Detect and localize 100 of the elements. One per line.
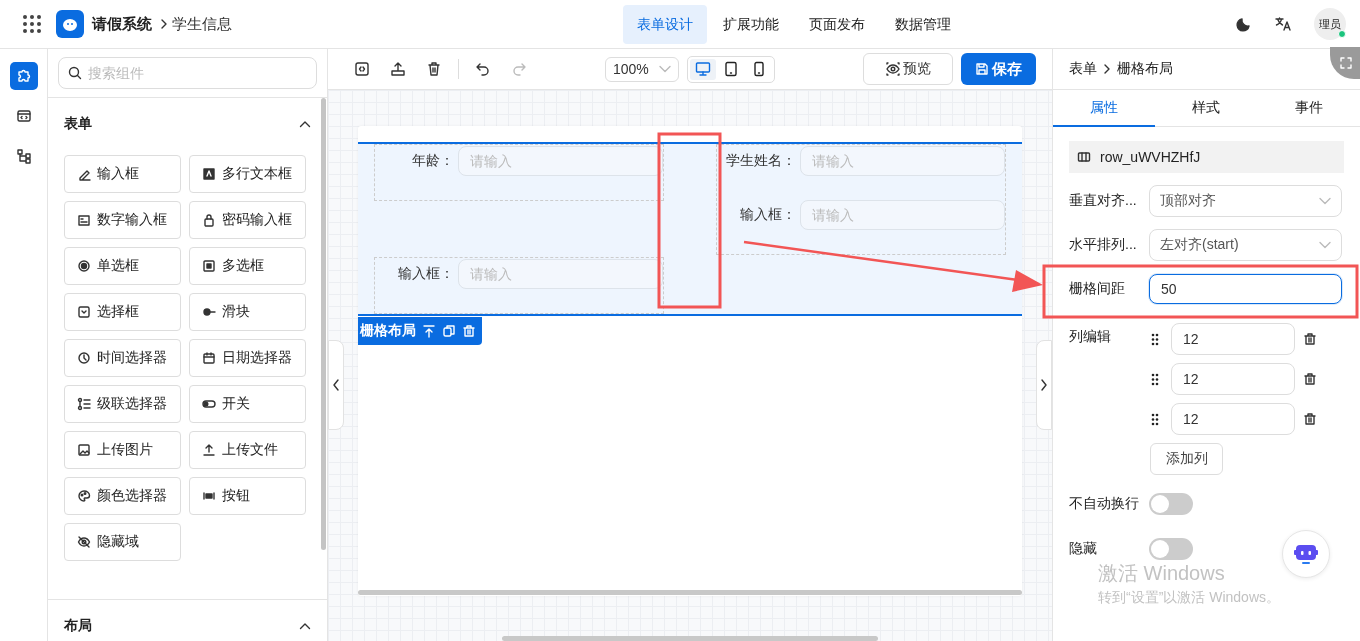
scrollbar[interactable] [502,636,878,641]
trash-icon[interactable] [1303,372,1317,386]
device-toggle[interactable] [690,58,716,80]
puzzle-icon [15,68,32,84]
id-text: row_uWVHZHfJ [1100,149,1201,165]
moon-icon[interactable] [1236,16,1252,32]
preview-button[interactable]: 预览 [863,53,953,85]
field-label: 列编辑 [1069,327,1112,346]
eye-icon [885,62,900,76]
save-button[interactable]: 保存 [961,53,1036,85]
scrollbar[interactable] [358,590,1022,595]
delete-button[interactable] [462,324,476,338]
fullscreen-button[interactable] [1330,47,1360,79]
app-title: 请假系统 [92,14,152,34]
move-up-button[interactable] [422,324,436,338]
nav-tab[interactable]: 扩展功能 [709,5,793,44]
component-item[interactable]: 滑块 [189,293,306,331]
component-item[interactable]: 上传文件 [189,431,306,469]
component-item[interactable]: 上传图片 [64,431,181,469]
chevron-left-icon [332,379,340,391]
input-field[interactable]: 请输入 [458,146,663,176]
panel-tab[interactable]: 样式 [1155,90,1258,127]
field-label: 栅格间距 [1069,280,1126,298]
component-item[interactable]: 级联选择器 [64,385,181,423]
panel-tab[interactable]: 事件 [1257,90,1360,127]
input-field[interactable]: 请输入 [800,146,1005,176]
robot-icon [1293,542,1319,566]
chevron-down-icon [1319,197,1331,205]
drag-handle-icon[interactable] [1151,372,1159,386]
component-item[interactable]: 颜色选择器 [64,477,181,515]
component-item[interactable]: 日期选择器 [189,339,306,377]
component-item[interactable]: 密码输入框 [189,201,306,239]
chevron-right-icon [1040,379,1048,391]
chevron-icon[interactable] [299,622,311,630]
input-field[interactable]: 12 [1171,323,1295,355]
select-field[interactable]: 左对齐(start) [1149,229,1342,261]
checkbox-icon [202,259,216,273]
number-icon [77,213,91,227]
calendar-icon [202,351,216,365]
floppy-icon [975,62,989,76]
breadcrumb-item: 栅格布局 [1117,60,1173,78]
nav-tab[interactable]: 页面发布 [795,5,879,44]
grid-column[interactable]: 学生姓名： 请输入 输入框： 请输入 [716,144,1006,255]
component-item[interactable]: 多行文本框 [189,155,306,193]
input-field[interactable]: 50 [1149,274,1342,304]
grid-column[interactable]: 年龄： 请输入 [374,144,664,201]
components-tab[interactable] [9,62,38,90]
component-item[interactable]: 单选框 [64,247,181,285]
chevron-down-icon [659,65,671,73]
input-field[interactable]: 12 [1171,363,1295,395]
chevron-down-icon [1319,241,1331,249]
input-field[interactable]: 12 [1171,403,1295,435]
toggle-switch[interactable] [1149,493,1193,515]
component-item[interactable]: 数字输入框 [64,201,181,239]
component-item[interactable]: 选择框 [64,293,181,331]
select-field[interactable]: 顶部对齐 [1149,185,1342,217]
scrollbar[interactable] [321,98,326,550]
fullscreen-icon [1340,57,1352,69]
input-field[interactable]: 请输入 [458,259,663,289]
drag-handle-icon[interactable] [1151,332,1159,346]
translate-icon[interactable] [1274,16,1292,32]
tablet-icon [723,61,739,77]
app-grid-icon[interactable] [22,14,42,34]
chat-button[interactable] [1282,530,1330,578]
clock-icon [77,351,91,365]
chevron-icon[interactable] [299,120,311,128]
user-avatar[interactable]: 理员 [1314,8,1346,40]
panel-tab[interactable]: 属性 [1053,90,1156,127]
select-icon [77,305,91,319]
component-item[interactable]: 隐藏域 [64,523,181,561]
collapse-handle[interactable] [328,340,344,430]
component-item[interactable]: 时间选择器 [64,339,181,377]
grid-row[interactable]: 年龄： 请输入 输入框： 请输入 学生姓名： 请输入 输入框： 请输入 [358,142,1022,316]
grid-column[interactable]: 输入框： 请输入 [374,257,664,314]
undo-icon [475,61,491,77]
trash-icon[interactable] [1303,412,1317,426]
add-column-button[interactable]: 添加列 [1150,443,1223,475]
zoom-select[interactable]: 100% [605,56,679,82]
copy-button[interactable] [442,324,456,338]
chevron-right-icon [1103,64,1111,74]
trash-icon [426,61,442,77]
search-field[interactable]: 搜索组件 [58,57,317,89]
field-label: 年龄： [411,152,455,170]
field-label: 输入框： [739,206,797,224]
toggle-switch[interactable] [1149,538,1193,560]
input-field[interactable]: 请输入 [800,200,1005,230]
columns-icon [1077,151,1091,163]
drag-handle-icon[interactable] [1151,412,1159,426]
collapse-handle[interactable] [1036,340,1052,430]
activation-hint: 转到“设置”以激活 Windows。 [1098,589,1280,607]
component-item[interactable]: 开关 [189,385,306,423]
trash-icon[interactable] [1303,332,1317,346]
nav-tab[interactable]: 表单设计 [623,5,707,44]
nav-tab[interactable]: 数据管理 [881,5,965,44]
code-icon [15,108,32,124]
component-item[interactable]: 输入框 [64,155,181,193]
component-item[interactable]: 多选框 [189,247,306,285]
monitor-icon [695,61,711,77]
component-item[interactable]: 按钮 [189,477,306,515]
breadcrumb-item: 表单 [1069,60,1097,78]
